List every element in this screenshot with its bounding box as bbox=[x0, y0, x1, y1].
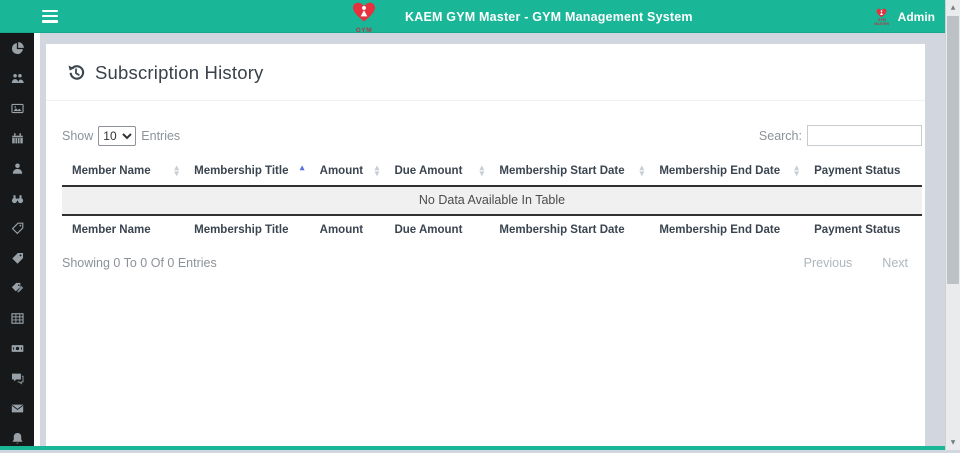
pagination-previous[interactable]: Previous bbox=[804, 256, 853, 270]
subscription-table: Member Name ▲▼ Membership Title ▲▼ Amoun… bbox=[62, 157, 922, 244]
card-body: Show 10 Entries Search: Member Name bbox=[46, 101, 925, 270]
user-icon[interactable] bbox=[0, 153, 34, 183]
tag-outline-icon[interactable] bbox=[0, 213, 34, 243]
page-title: Subscription History bbox=[95, 62, 264, 84]
showing-entries-info: Showing 0 To 0 Of 0 Entries bbox=[62, 256, 217, 270]
scroll-down-arrow-icon[interactable]: ▼ bbox=[946, 435, 960, 450]
footer-due-amount: Due Amount bbox=[384, 215, 489, 244]
money-icon[interactable] bbox=[0, 333, 34, 363]
content-card: Subscription History Show 10 Entries Sea… bbox=[46, 44, 925, 450]
sidebar-nav bbox=[0, 33, 34, 450]
sort-icon: ▲▼ bbox=[374, 166, 379, 177]
sort-icon: ▲▼ bbox=[794, 166, 799, 177]
calendar-icon[interactable] bbox=[0, 123, 34, 153]
footer-membership-start-date: Membership Start Date bbox=[489, 215, 649, 244]
show-label: Show bbox=[62, 129, 93, 143]
sort-icon: ▲▼ bbox=[479, 166, 484, 177]
tickets-icon[interactable] bbox=[0, 273, 34, 303]
column-header-membership-start-date[interactable]: Membership Start Date ▲▼ bbox=[489, 157, 649, 186]
user-logo-icon: GYM MASTER bbox=[874, 8, 890, 26]
column-header-membership-title[interactable]: Membership Title ▲▼ bbox=[184, 157, 310, 186]
tag-icon[interactable] bbox=[0, 243, 34, 273]
brand-heart-icon bbox=[349, 1, 379, 23]
entries-select[interactable]: 10 bbox=[98, 126, 136, 146]
app-title: KAEM GYM Master - GYM Management System bbox=[405, 0, 693, 33]
table-footer-row: Member Name Membership Title Amount Due … bbox=[62, 215, 922, 244]
empty-table-row: No Data Available In Table bbox=[62, 186, 922, 215]
sort-icon: ▲▼ bbox=[174, 166, 179, 177]
envelope-icon[interactable] bbox=[0, 393, 34, 423]
search-control: Search: bbox=[759, 125, 922, 146]
binoculars-icon[interactable] bbox=[0, 183, 34, 213]
entries-control: Show 10 Entries bbox=[62, 126, 180, 146]
menu-toggle-button[interactable] bbox=[42, 10, 58, 23]
photo-icon[interactable] bbox=[0, 93, 34, 123]
column-header-member-name[interactable]: Member Name ▲▼ bbox=[62, 157, 184, 186]
footer-membership-end-date: Membership End Date bbox=[649, 215, 804, 244]
footer-member-name: Member Name bbox=[62, 215, 184, 244]
column-header-amount[interactable]: Amount ▲▼ bbox=[310, 157, 385, 186]
pagination: Previous Next bbox=[804, 256, 908, 270]
empty-message: No Data Available In Table bbox=[62, 186, 922, 215]
pagination-next[interactable]: Next bbox=[882, 256, 908, 270]
user-logo-text: GYM MASTER bbox=[874, 18, 890, 26]
sort-asc-icon: ▲▼ bbox=[300, 166, 305, 177]
vertical-scrollbar[interactable]: ▲ ▼ bbox=[945, 0, 960, 450]
bottom-accent-bar bbox=[0, 446, 945, 450]
search-label: Search: bbox=[759, 129, 802, 143]
column-header-due-amount[interactable]: Due Amount ▲▼ bbox=[384, 157, 489, 186]
user-menu[interactable]: GYM MASTER Admin bbox=[874, 0, 935, 33]
search-input[interactable] bbox=[807, 125, 922, 146]
column-header-payment-status[interactable]: Payment Status bbox=[804, 157, 922, 186]
table-icon[interactable] bbox=[0, 303, 34, 333]
footer-payment-status: Payment Status bbox=[804, 215, 922, 244]
pie-chart-icon[interactable] bbox=[0, 33, 34, 63]
scroll-up-arrow-icon[interactable]: ▲ bbox=[946, 0, 960, 15]
history-icon bbox=[66, 63, 86, 83]
entries-label: Entries bbox=[141, 129, 180, 143]
members-icon[interactable] bbox=[0, 63, 34, 93]
user-name: Admin bbox=[898, 10, 935, 24]
top-navbar: GYM MASTER KAEM GYM Master - GYM Managem… bbox=[0, 0, 945, 33]
scrollbar-thumb[interactable] bbox=[947, 16, 959, 284]
table-header-row: Member Name ▲▼ Membership Title ▲▼ Amoun… bbox=[62, 157, 922, 186]
column-header-membership-end-date[interactable]: Membership End Date ▲▼ bbox=[649, 157, 804, 186]
footer-amount: Amount bbox=[310, 215, 385, 244]
footer-membership-title: Membership Title bbox=[184, 215, 310, 244]
card-header: Subscription History bbox=[46, 44, 925, 101]
chat-icon[interactable] bbox=[0, 363, 34, 393]
sort-icon: ▲▼ bbox=[639, 166, 644, 177]
